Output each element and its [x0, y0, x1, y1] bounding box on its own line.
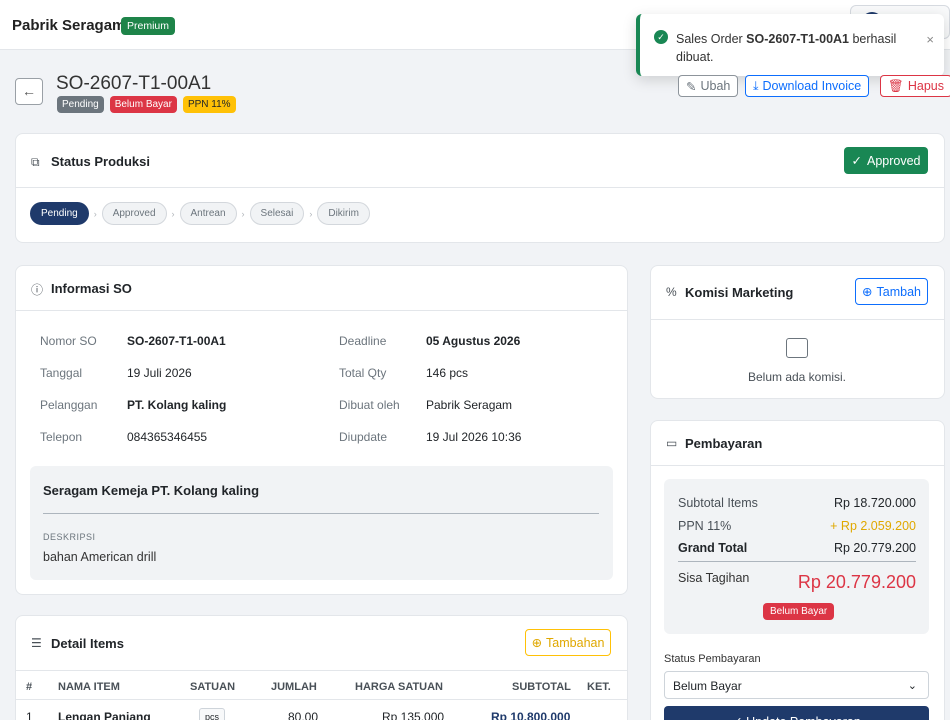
page-title: SO-2607-T1-00A1	[56, 73, 212, 94]
payment-summary: Subtotal Items Rp 18.720.000 PPN 11% + R…	[664, 479, 929, 634]
download-icon: ⤓	[753, 78, 759, 93]
deskripsi-label: DESKRIPSI	[43, 532, 96, 542]
informasi-so-title: Informasi SO	[51, 281, 132, 296]
check-circle-icon: ✓	[851, 154, 862, 168]
add-komisi-button[interactable]: ⊕ Tambah	[855, 278, 928, 305]
item-qty: 80,00	[288, 710, 319, 720]
step-approved[interactable]: Approved	[101, 202, 167, 225]
chevron-right-icon: ›	[241, 208, 245, 219]
deadline-value: 05 Agustus 2026	[426, 334, 521, 348]
premium-badge: Premium	[121, 17, 176, 35]
status-pembayaran-label: Status Pembayaran	[664, 653, 761, 665]
trash-icon: 🗑	[888, 78, 904, 93]
telepon-value: 084365346455	[127, 430, 208, 444]
chevron-right-icon: ›	[93, 208, 97, 219]
sisa-tagihan-value: Rp 20.779.200	[797, 572, 916, 592]
komisi-title: Komisi Marketing	[685, 285, 794, 300]
step-dikirim[interactable]: Dikirim	[317, 202, 370, 225]
pencil-icon: ✎	[686, 79, 697, 94]
payment-status-select[interactable]: Belum Bayar ⌄	[664, 671, 929, 699]
plus-circle-icon: ⊕	[862, 285, 873, 299]
payment-status-badge: Belum Bayar	[763, 603, 835, 620]
money-icon	[786, 338, 808, 358]
detail-items-title: Detail Items	[51, 636, 124, 651]
toast-close-button[interactable]: ×	[926, 32, 934, 47]
items-table-header: # NAMA ITEM SATUAN JUMLAH HARGA SATUAN S…	[16, 670, 627, 700]
status-produksi-title: Status Produksi	[51, 154, 150, 169]
pembayaran-title: Pembayaran	[685, 436, 763, 451]
toast-so-number: SO-2607-T1-00A1	[746, 32, 849, 46]
nomor-so-value: SO-2607-T1-00A1	[127, 334, 226, 348]
pelanggan-value: PT. Kolang kaling	[127, 398, 227, 412]
item-subtotal: Rp 10.800.000	[491, 710, 571, 720]
step-selesai[interactable]: Selesai	[249, 202, 305, 225]
approve-button[interactable]: ✓ Approved	[844, 147, 928, 174]
payment-badge: Belum Bayar	[109, 96, 177, 113]
ppn-badge: PPN 11%	[182, 96, 236, 113]
chevron-right-icon: ›	[171, 208, 175, 219]
plus-circle-icon: ⊕	[531, 636, 543, 650]
success-toast: ✓ Sales Order SO-2607-T1-00A1 berhasil d…	[636, 14, 944, 76]
status-produksi-card	[15, 133, 945, 243]
list-icon: ☰	[31, 636, 42, 650]
subtotal-value: Rp 18.720.000	[833, 496, 916, 510]
ppn-value: + Rp 2.059.200	[830, 519, 916, 533]
unit-badge: pcs	[199, 708, 226, 720]
deskripsi-value: bahan American drill	[43, 550, 157, 564]
sitemap-icon: ⧉	[31, 155, 40, 169]
dibuat-oleh-value: Pabrik Seragam	[426, 398, 513, 412]
order-title: Seragam Kemeja PT. Kolang kaling	[43, 483, 260, 498]
status-badge: Pending	[57, 96, 104, 113]
step-pending[interactable]: Pending	[30, 202, 89, 225]
total-qty-value: 146 pcs	[426, 366, 469, 380]
check-circle-icon: ✓	[654, 30, 668, 44]
download-invoice-button[interactable]: ⤓ Download Invoice	[745, 75, 870, 97]
update-payment-button[interactable]: ✓ Update Pembayaran	[664, 706, 929, 720]
komisi-empty-text: Belum ada komisi.	[747, 370, 847, 384]
divider	[678, 561, 916, 562]
chevron-right-icon: ›	[309, 208, 313, 219]
status-tags: Pending Belum Bayar PPN 11%	[57, 96, 236, 113]
step-antrean[interactable]: Antrean	[179, 202, 237, 225]
description-box: Seragam Kemeja PT. Kolang kaling DESKRIP…	[30, 466, 613, 580]
tanggal-value: 19 Juli 2026	[127, 366, 192, 380]
grand-total-value: Rp 20.779.200	[833, 541, 916, 555]
toast-message: Sales Order SO-2607-T1-00A1 berhasil dib…	[676, 32, 897, 64]
divider	[43, 513, 599, 514]
chevron-down-icon: ⌄	[907, 680, 917, 692]
percent-icon: %	[666, 285, 677, 299]
delete-button[interactable]: 🗑 Hapus	[880, 75, 950, 97]
edit-button[interactable]: ✎ Ubah	[678, 75, 739, 97]
status-steps: Pending › Approved › Antrean › Selesai ›…	[30, 202, 370, 225]
add-item-button[interactable]: ⊕ Tambahan	[525, 629, 611, 656]
brand-name[interactable]: Pabrik Seragam	[12, 17, 125, 34]
diupdate-value: 19 Jul 2026 10:36	[426, 430, 522, 444]
item-price: Rp 135.000	[382, 710, 445, 720]
item-name: Lengan Panjang	[58, 710, 151, 720]
back-button[interactable]: ←	[15, 78, 43, 105]
info-icon: ⓘ	[31, 283, 44, 297]
cash-icon: ▭	[666, 436, 678, 450]
